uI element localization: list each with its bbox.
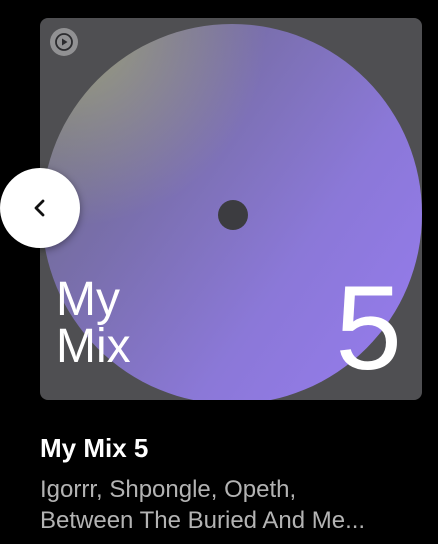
cover-title-line2: Mix [56,320,131,373]
mix-cover-art[interactable]: My Mix 5 [40,18,422,400]
play-circle-icon [50,28,78,56]
disc-spindle-hole [218,200,248,230]
mix-artists-subtitle: Igorrr, Shpongle, Opeth, Between The Bur… [40,474,430,536]
chevron-left-icon [34,199,45,217]
cover-title: My Mix [56,273,131,373]
previous-button[interactable] [0,168,80,248]
mix-subtitle-line1: Igorrr, Shpongle, Opeth, [40,476,297,503]
mix-carousel-item: My Mix 5 My Mix 5 Igorrr, Shpongle, Opet… [0,0,438,544]
cover-title-line1: My [56,273,120,326]
mix-subtitle-line2: Between The Buried And Me... [40,507,366,534]
mix-title[interactable]: My Mix 5 [40,432,148,464]
cover-mix-number: 5 [335,261,402,395]
